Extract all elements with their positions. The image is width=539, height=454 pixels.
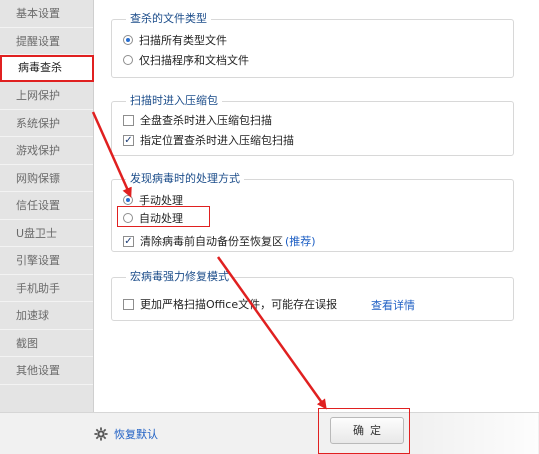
sidebar-item-virus-scan[interactable]: 病毒查杀 <box>0 55 94 82</box>
checkbox-checked-icon[interactable]: ✓ <box>123 134 134 146</box>
checkbox-label: 清除病毒前自动备份至恢复区 <box>140 235 283 248</box>
sidebar-item-reminder[interactable]: 提醒设置 <box>0 28 93 55</box>
sidebar-item-speed-ball[interactable]: 加速球 <box>0 302 93 330</box>
checkbox-unchecked-icon[interactable] <box>123 298 134 310</box>
group-title-macro: 宏病毒强力修复模式 <box>126 270 233 284</box>
group-file-types: 查杀的文件类型 <box>111 12 514 78</box>
radio-unselected-icon[interactable] <box>123 213 133 223</box>
sidebar-item-other[interactable]: 其他设置 <box>0 357 93 385</box>
gear-icon <box>94 427 108 441</box>
checkbox-unchecked-icon[interactable] <box>123 114 134 126</box>
checkbox-backup-before-clean[interactable]: ✓ 清除病毒前自动备份至恢复区 (推荐) <box>123 233 316 249</box>
sidebar-item-engine[interactable]: 引擎设置 <box>0 247 93 275</box>
sidebar-item-system-protect[interactable]: 系统保护 <box>0 110 93 137</box>
highlight-ok-button: 确定 <box>318 408 410 454</box>
sidebar-item-trust[interactable]: 信任设置 <box>0 192 93 220</box>
group-title-file-types: 查杀的文件类型 <box>126 12 211 26</box>
sidebar: 基本设置 提醒设置 病毒查杀 上网保护 系统保护 游戏保护 网购保镖 信任设置 … <box>0 0 94 412</box>
ok-button[interactable]: 确定 <box>330 417 404 444</box>
checkbox-checked-icon[interactable]: ✓ <box>123 235 134 247</box>
checkbox-full-scan-archive[interactable]: 全盘查杀时进入压缩包扫描 <box>123 112 272 128</box>
sidebar-item-web-protect[interactable]: 上网保护 <box>0 82 93 110</box>
restore-defaults-button[interactable]: 恢复默认 <box>94 426 158 442</box>
radio-unselected-icon[interactable] <box>123 55 133 65</box>
checkbox-label: 指定位置查杀时进入压缩包扫描 <box>140 134 294 147</box>
group-title-on-virus: 发现病毒时的处理方式 <box>126 172 244 186</box>
radio-label: 仅扫描程序和文档文件 <box>139 54 249 67</box>
sidebar-item-shopping-guard[interactable]: 网购保镖 <box>0 165 93 192</box>
settings-window: 基本设置 提醒设置 病毒查杀 上网保护 系统保护 游戏保护 网购保镖 信任设置 … <box>0 0 539 454</box>
sidebar-item-phone-assistant[interactable]: 手机助手 <box>0 275 93 302</box>
footer-bar: 恢复默认 确定 <box>0 408 539 454</box>
sidebar-item-basic[interactable]: 基本设置 <box>0 0 93 28</box>
radio-scan-programs[interactable]: 仅扫描程序和文档文件 <box>123 52 249 68</box>
radio-label: 手动处理 <box>139 194 183 207</box>
radio-selected-icon[interactable] <box>123 35 133 45</box>
sidebar-item-screenshot[interactable]: 截图 <box>0 330 93 357</box>
checkbox-strict-office[interactable]: 更加严格扫描Office文件，可能存在误报 <box>123 296 337 312</box>
restore-defaults-label: 恢复默认 <box>114 428 158 441</box>
radio-label: 扫描所有类型文件 <box>139 34 227 47</box>
checkbox-custom-scan-archive[interactable]: ✓ 指定位置查杀时进入压缩包扫描 <box>123 132 294 148</box>
sidebar-item-usb-guard[interactable]: U盘卫士 <box>0 220 93 247</box>
radio-label: 自动处理 <box>139 212 183 225</box>
radio-manual-handle[interactable]: 手动处理 <box>123 192 183 208</box>
checkbox-label: 全盘查杀时进入压缩包扫描 <box>140 114 272 127</box>
radio-scan-all[interactable]: 扫描所有类型文件 <box>123 32 227 48</box>
checkbox-label: 更加严格扫描Office文件，可能存在误报 <box>140 298 338 311</box>
group-title-archive: 扫描时进入压缩包 <box>126 94 222 108</box>
watermark-fade <box>418 413 538 454</box>
radio-selected-icon[interactable] <box>123 195 133 205</box>
radio-auto-handle[interactable]: 自动处理 <box>123 210 183 226</box>
recommended-tag: (推荐) <box>285 235 316 248</box>
view-details-link[interactable]: 查看详情 <box>371 297 415 313</box>
settings-panel: 查杀的文件类型 扫描所有类型文件 仅扫描程序和文档文件 扫描时进入压缩包 全盘查… <box>95 0 539 412</box>
sidebar-item-game-protect[interactable]: 游戏保护 <box>0 137 93 165</box>
